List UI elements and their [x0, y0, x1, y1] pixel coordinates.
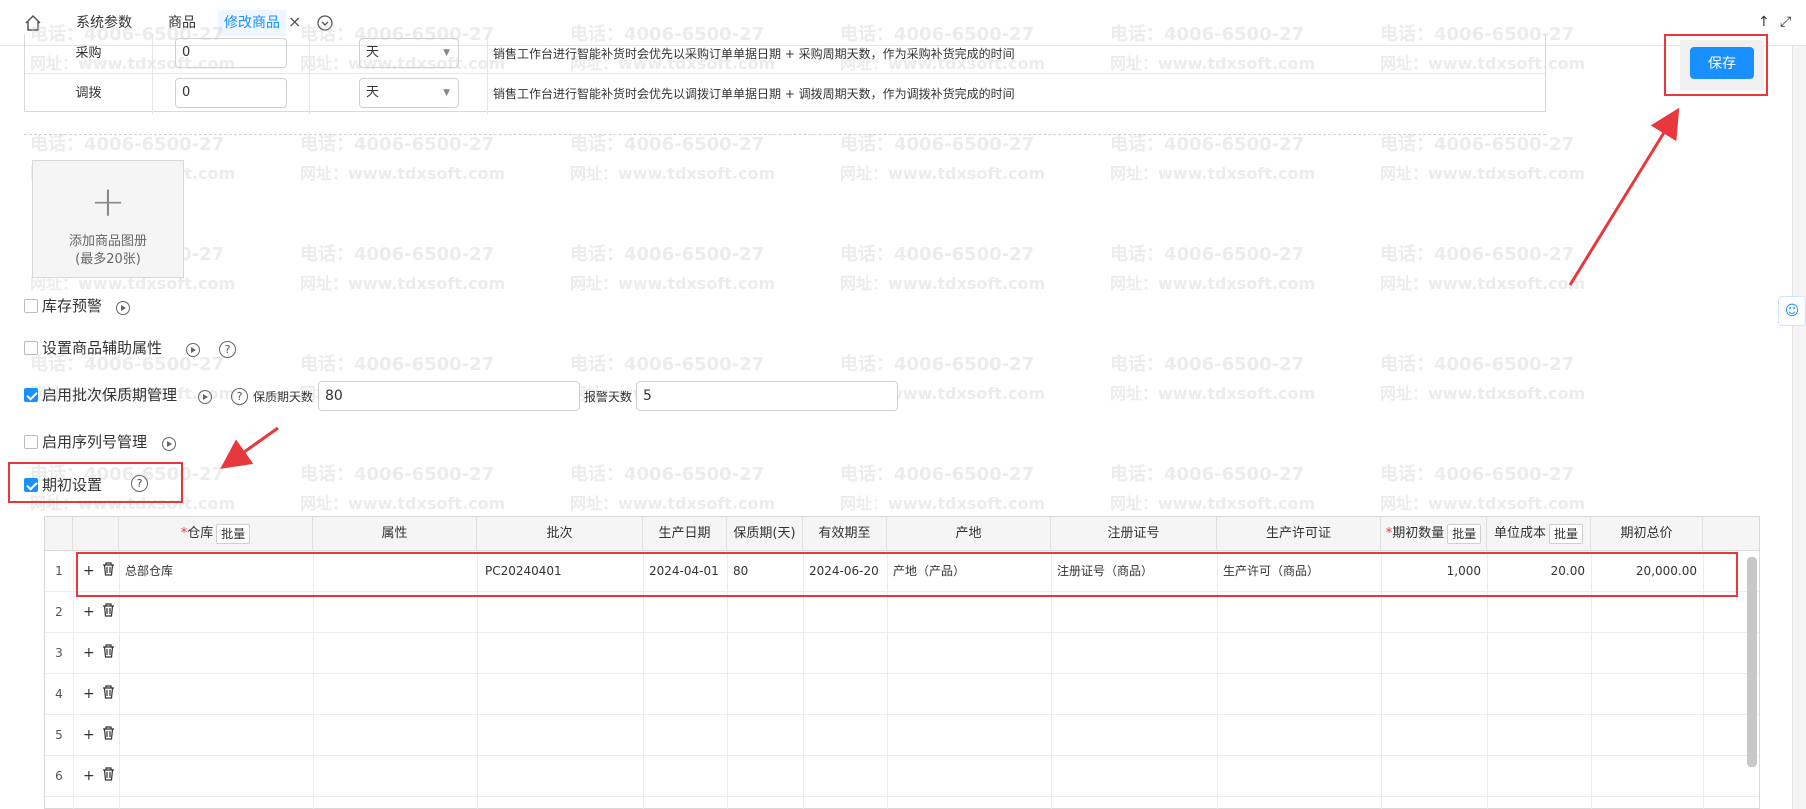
tab-system-params[interactable]: 系统参数 [76, 10, 132, 36]
section-divider [24, 134, 1546, 135]
caret-down-icon: ▼ [443, 88, 450, 98]
add-row-icon[interactable]: + [83, 645, 95, 661]
scroll-top-icon[interactable]: ↑ [1758, 14, 1770, 30]
batch-fill-button[interactable]: 批量 [1549, 523, 1584, 544]
chat-icon[interactable]: ☺ [1778, 296, 1806, 326]
play-video-icon[interactable] [186, 343, 200, 357]
header-ops [73, 517, 119, 551]
play-video-icon[interactable] [116, 301, 130, 315]
table-row[interactable]: 3 + [45, 633, 1759, 674]
table-row[interactable]: 4 + [45, 674, 1759, 715]
batch-fill-button[interactable]: 批量 [1447, 523, 1482, 544]
unit-value: 天 [366, 85, 380, 100]
table-row[interactable]: 6 + [45, 756, 1759, 797]
chevron-down-circle-icon[interactable] [317, 15, 333, 31]
row-number: 4 [55, 687, 63, 701]
header-license: 生产许可证 [1217, 517, 1381, 551]
row-number: 2 [55, 605, 63, 619]
row-number: 6 [55, 769, 63, 783]
serial-number-checkbox[interactable] [24, 435, 38, 449]
header-origin: 产地 [887, 517, 1051, 551]
trash-icon[interactable] [102, 726, 115, 740]
header-unit-cost: 单位成本 批量 [1487, 517, 1591, 551]
table-row[interactable]: 2 + [45, 592, 1759, 633]
add-row-icon[interactable]: + [83, 604, 95, 620]
cycle-row-transfer: 调拨 0 天 ▼ 销售工作台进行智能补货时会优先以调拨订单单据日期 + 调拨周期天… [25, 74, 1545, 114]
tab-close-icon[interactable]: × [288, 12, 301, 31]
row-number: 1 [55, 564, 63, 578]
row-number: 3 [55, 646, 63, 660]
batch-shelf-life-checkbox[interactable] [24, 388, 38, 402]
home-icon[interactable] [24, 14, 42, 32]
purchase-cycle-input[interactable]: 0 [175, 38, 287, 68]
header-batch: 批次 [477, 517, 643, 551]
play-video-icon[interactable] [162, 437, 176, 451]
arrow-to-save [1568, 107, 1680, 286]
grid-scrollbar[interactable] [1747, 557, 1757, 767]
header-mfg-date: 生产日期 [643, 517, 727, 551]
header-opening-total: 期初总价 [1591, 517, 1703, 551]
alarm-days-label: 报警天数 [584, 390, 633, 404]
tab-edit-goods[interactable]: 修改商品 [218, 10, 286, 36]
cycle-description: 销售工作台进行智能补货时会优先以调拨订单单据日期 + 调拨周期天数，作为调拨补货… [493, 87, 1015, 101]
aux-attr-label: 设置商品辅助属性 [42, 339, 163, 357]
highlight-save [1664, 34, 1768, 96]
tab-goods[interactable]: 商品 [168, 10, 196, 36]
transfer-unit-select[interactable]: 天 ▼ [359, 78, 459, 108]
header-opening-qty: *期初数量 批量 [1381, 517, 1487, 551]
upload-limit: (最多20张) [75, 252, 141, 267]
purchase-unit-select[interactable]: 天 ▼ [359, 38, 459, 68]
shelf-days-input[interactable]: 80 [318, 381, 580, 411]
cycle-label: 采购 [25, 34, 153, 74]
trash-icon[interactable] [102, 685, 115, 699]
stock-warning-checkbox[interactable] [24, 299, 38, 313]
serial-number-label: 启用序列号管理 [42, 433, 148, 451]
trash-icon[interactable] [102, 767, 115, 781]
add-gallery-upload[interactable]: + 添加商品图册 (最多20张) [32, 160, 184, 278]
header-warehouse: *仓库 批量 [119, 517, 313, 551]
header-rownum [45, 517, 73, 551]
play-video-icon[interactable] [198, 390, 212, 404]
header-reg-no: 注册证号 [1051, 517, 1217, 551]
shelf-days-label: 保质期天数 [253, 390, 314, 404]
aux-attr-checkbox[interactable] [24, 341, 38, 355]
highlight-opening-setup [8, 462, 183, 503]
header-attr: 属性 [313, 517, 477, 551]
highlight-first-row [76, 552, 1738, 597]
cycle-label: 调拨 [25, 74, 153, 114]
unit-value: 天 [366, 45, 380, 60]
add-row-icon[interactable]: + [83, 686, 95, 702]
page-scrollbar[interactable] [1792, 46, 1806, 809]
help-icon[interactable]: ? [231, 388, 248, 405]
cycle-description: 销售工作台进行智能补货时会优先以采购订单单据日期 + 采购周期天数，作为采购补货… [493, 47, 1015, 61]
trash-icon[interactable] [102, 603, 115, 617]
cycle-row-purchase: 采购 0 天 ▼ 销售工作台进行智能补货时会优先以采购订单单据日期 + 采购周期天… [25, 34, 1545, 74]
replenish-cycle-table: 采购 0 天 ▼ 销售工作台进行智能补货时会优先以采购订单单据日期 + 采购周期天… [24, 34, 1546, 114]
trash-icon[interactable] [102, 644, 115, 658]
arrow-to-opening [220, 426, 279, 469]
alarm-days-input[interactable]: 5 [636, 381, 898, 411]
add-row-icon[interactable]: + [83, 727, 95, 743]
row-number: 5 [55, 728, 63, 742]
fullscreen-icon[interactable]: ⤢ [1780, 14, 1791, 30]
header-expire: 有效期至 [803, 517, 887, 551]
help-icon[interactable]: ? [219, 341, 236, 358]
transfer-cycle-input[interactable]: 0 [175, 78, 287, 108]
stock-warning-label: 库存预警 [42, 297, 103, 315]
grid-header: *仓库 批量 属性 批次 生产日期 保质期(天) 有效期至 产地 注册证号 生产许… [45, 517, 1759, 551]
header-shelf-life: 保质期(天) [727, 517, 803, 551]
plus-icon: + [90, 177, 126, 226]
add-row-icon[interactable]: + [83, 768, 95, 784]
caret-down-icon: ▼ [443, 48, 450, 58]
batch-fill-button[interactable]: 批量 [216, 523, 251, 544]
upload-label: 添加商品图册 [68, 234, 147, 249]
batch-shelf-life-label: 启用批次保质期管理 [42, 386, 178, 404]
table-row[interactable]: 5 + [45, 715, 1759, 756]
